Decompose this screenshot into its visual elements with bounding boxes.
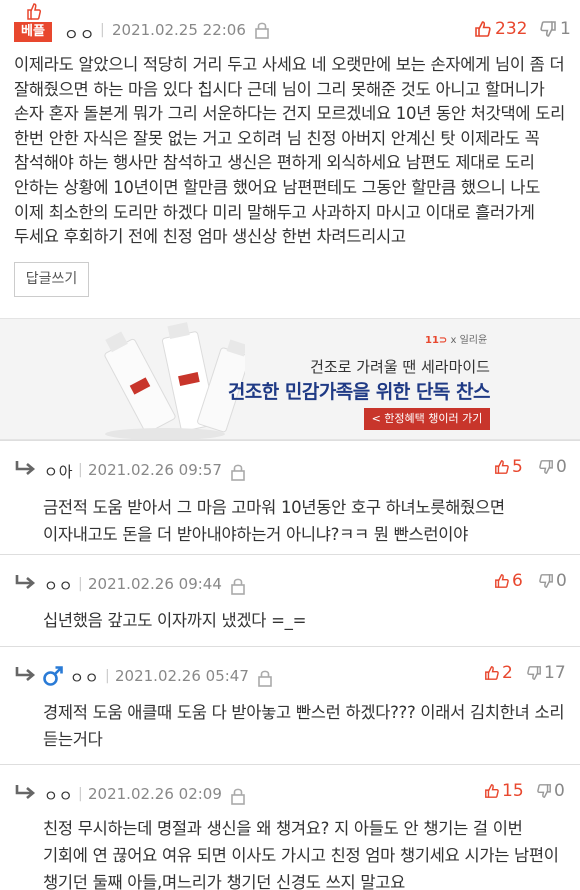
reply-button[interactable]: 답글쓰기 xyxy=(14,262,89,297)
reply-arrow-icon xyxy=(15,461,36,475)
post-date: 2021.02.26 02:09 xyxy=(88,785,222,803)
post-date: 2021.02.26 09:57 xyxy=(88,461,222,479)
comment-text: 금전적 도움 받아서 그 마음 고마워 10년동안 호구 하녀노릇해줬으면 이자… xyxy=(43,498,505,544)
downvote-count: 0 xyxy=(556,571,567,591)
reply-arrow-icon xyxy=(15,575,36,589)
best-badge: 베플 xyxy=(14,3,54,42)
upvote-count: 6 xyxy=(512,571,523,591)
male-icon xyxy=(43,666,63,686)
author-nickname[interactable]: ㅇ아 xyxy=(44,461,74,482)
report-icon[interactable] xyxy=(254,21,270,39)
best-badge-label: 베플 xyxy=(14,22,52,42)
downvote-button[interactable]: 1 xyxy=(539,19,571,39)
downvote-count: 17 xyxy=(544,663,566,683)
thumbs-up-icon xyxy=(485,666,499,680)
downvote-count: 0 xyxy=(554,781,565,801)
upvote-count: 15 xyxy=(502,781,524,801)
ad-banner[interactable]: 11⊃ x 일리윤 건조로 가려울 땐 세라마이드 건조한 민감가족을 위한 단… xyxy=(0,318,580,440)
best-comment: 베플 ㅇㅇ | 2021.02.25 22:06 232 1 이제라도 알았으니… xyxy=(0,0,580,318)
brand-logo: 11 xyxy=(425,335,439,346)
report-icon[interactable] xyxy=(230,577,246,595)
comment-text: 경제적 도움 애클때 도움 다 받아놓고 빤스런 하겠다??? 이래서 김치한녀… xyxy=(43,703,565,749)
divider: | xyxy=(100,22,105,38)
upvote-button[interactable]: 15 xyxy=(484,781,524,801)
author-nickname[interactable]: ㅇㅇ xyxy=(44,785,74,806)
thumbs-up-icon xyxy=(495,460,509,474)
downvote-button[interactable]: 0 xyxy=(538,571,567,591)
ad-headline: 건조로 가려울 땐 세라마이드 xyxy=(0,356,490,377)
upvote-count: 5 xyxy=(512,457,523,477)
reply-header: ㅇ아 | 2021.02.26 09:57 5 0 xyxy=(14,441,567,482)
divider: | xyxy=(78,576,83,592)
upvote-count: 2 xyxy=(502,663,513,683)
comment-text: 이제라도 알았으니 적당히 거리 두고 사세요 네 오랫만에 보는 손자에게 님… xyxy=(14,55,565,247)
downvote-count: 1 xyxy=(560,19,571,39)
report-icon[interactable] xyxy=(230,787,246,805)
brand-logo-mark: ⊃ xyxy=(438,335,448,346)
reply-comment: ㅇㅇ | 2021.02.26 09:44 6 0 십년했음 갚고도 이자까지 … xyxy=(0,554,580,646)
divider: | xyxy=(78,786,83,802)
reply-header: ㅇㅇ | 2021.02.26 09:44 6 0 xyxy=(14,555,567,596)
thumbs-down-icon xyxy=(527,666,541,680)
reply-arrow-icon xyxy=(15,785,36,799)
author-nickname[interactable]: ㅇㅇ xyxy=(70,667,100,688)
thumbs-down-icon xyxy=(539,574,553,588)
upvote-count: 232 xyxy=(495,19,528,39)
ad-headline-part1: 건조로 가려울 땐 xyxy=(310,358,421,376)
post-date: 2021.02.26 05:47 xyxy=(115,667,249,685)
ad-subheadline: 건조한 민감가족을 위한 단독 찬스 xyxy=(227,381,491,403)
divider: | xyxy=(105,668,110,684)
post-date: 2021.02.25 22:06 xyxy=(112,21,246,39)
ad-brand: 11⊃ x 일리윤 xyxy=(425,331,487,346)
thumbs-down-icon xyxy=(537,784,551,798)
reply-comment: ㅇㅇ | 2021.02.26 02:09 15 0 친정 무시하는데 명절과 … xyxy=(0,764,580,890)
thumbs-down-icon xyxy=(540,21,556,37)
reply-comment: ㅇ아 | 2021.02.26 09:57 5 0 금전적 도움 받아서 그 마… xyxy=(0,440,580,554)
downvote-button[interactable]: 0 xyxy=(536,781,565,801)
upvote-button[interactable]: 5 xyxy=(494,457,523,477)
upvote-button[interactable]: 2 xyxy=(484,663,513,683)
report-icon[interactable] xyxy=(230,463,246,481)
author-nickname[interactable]: ㅇㅇ xyxy=(44,575,74,596)
upvote-button[interactable]: 6 xyxy=(494,571,523,591)
author-nickname[interactable]: ㅇㅇ xyxy=(64,21,95,45)
comment-text: 친정 무시하는데 명절과 생신을 왜 챙겨요? 지 아들도 안 챙기는 걸 이번… xyxy=(43,819,559,890)
thumbs-up-badge-icon xyxy=(27,3,41,20)
thumbs-up-icon xyxy=(485,784,499,798)
downvote-count: 0 xyxy=(556,457,567,477)
thumbs-down-icon xyxy=(539,460,553,474)
report-icon[interactable] xyxy=(257,669,273,687)
ad-headline-part2: 세라마이드 xyxy=(420,358,490,376)
reply-arrow-icon xyxy=(15,667,36,681)
downvote-button[interactable]: 0 xyxy=(538,457,567,477)
thumbs-up-icon xyxy=(475,21,491,37)
downvote-button[interactable]: 17 xyxy=(526,663,566,683)
divider: | xyxy=(78,462,83,478)
best-comment-header: 베플 ㅇㅇ | 2021.02.25 22:06 232 1 xyxy=(14,3,571,45)
post-date: 2021.02.26 09:44 xyxy=(88,575,222,593)
upvote-button[interactable]: 232 xyxy=(474,19,527,39)
brand-partner: x 일리윤 xyxy=(450,335,488,346)
ad-cta-button[interactable]: < 한정혜택 챙이러 가기 xyxy=(364,408,490,430)
reply-comment: ㅇㅇ | 2021.02.26 05:47 2 17 경제적 도움 애클때 도움… xyxy=(0,646,580,764)
thumbs-up-icon xyxy=(495,574,509,588)
reply-header: ㅇㅇ | 2021.02.26 02:09 15 0 xyxy=(14,765,566,805)
comment-text: 십년했음 갚고도 이자까지 냈겠다 =_= xyxy=(43,611,307,630)
reply-header: ㅇㅇ | 2021.02.26 05:47 2 17 xyxy=(14,647,566,687)
